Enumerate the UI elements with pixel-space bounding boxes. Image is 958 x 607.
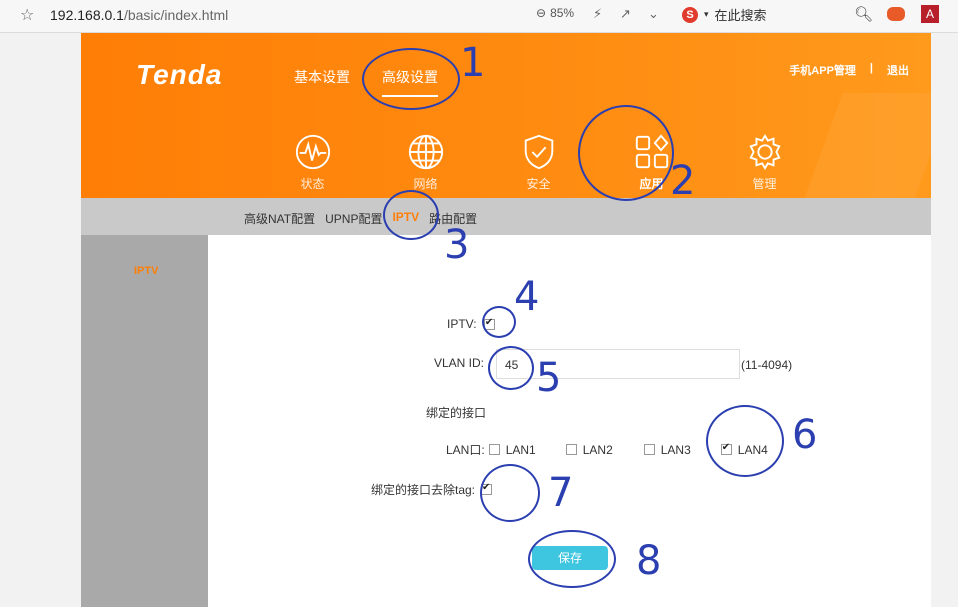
game-icon[interactable] [887,7,905,21]
address-bar[interactable]: 192.168.0.1/basic/index.html [50,7,228,23]
logout-link[interactable]: 退出 [887,62,909,78]
menu-security[interactable]: 安全 [482,133,595,192]
tab-advanced-nat[interactable]: 高级NAT配置 [244,210,315,227]
chevron-down-icon[interactable]: ⌄ [648,6,659,22]
untag-row: 绑定的接口去除tag: [371,481,493,498]
nav-advanced-settings[interactable]: 高级设置 [382,67,438,97]
zoom-icon: ⊖ [536,6,547,20]
vlan-id-input[interactable]: 45 [496,349,740,379]
shield-icon [524,134,553,170]
menu-status-label: 状态 [300,177,325,191]
share-icon[interactable]: ↗ [620,6,631,22]
lan2-checkbox[interactable] [565,444,577,455]
lan2-label: LAN2 [582,442,613,457]
search-box[interactable]: S ▾ 在此搜索 [682,5,767,24]
apps-icon [635,134,668,169]
menu-management[interactable]: 管理 [708,133,821,192]
menu-management-label: 管理 [752,177,777,191]
iptv-label: IPTV: [447,317,477,331]
lan3-label: LAN3 [660,442,691,457]
menu-apps[interactable]: 应用 [595,133,708,192]
save-button[interactable]: 保存 [532,546,608,570]
lan1-label: LAN1 [505,442,536,457]
lan1-checkbox[interactable] [488,444,500,455]
feature-icons: 状态 网络 安全 应用 管理 [256,133,821,192]
iptv-row: IPTV: [447,317,495,331]
header-banner: Tenda 基本设置 高级设置 手机APP管理 | 退出 状态 网络 安全 应用… [81,33,931,198]
router-admin-page: Tenda 基本设置 高级设置 手机APP管理 | 退出 状态 网络 安全 应用… [81,33,931,607]
tab-routing[interactable]: 路由配置 [429,210,477,227]
url-host: 192.168.0.1 [50,7,124,23]
lan3-checkbox[interactable] [643,444,655,455]
bookmark-star-icon[interactable]: ☆ [20,5,34,25]
tenda-logo: Tenda [136,59,223,90]
top-nav: 基本设置 高级设置 [294,67,438,97]
vlan-range-hint: (11-4094) [741,358,793,372]
globe-icon [408,134,443,170]
lightning-icon[interactable]: ⚡ [593,6,602,22]
untag-label: 绑定的接口去除tag: [371,483,476,497]
browser-toolbar: ☆ 192.168.0.1/basic/index.html ⊖ 85% ⚡ ↗ … [0,0,958,33]
url-path: /basic/index.html [123,7,229,23]
search-engine-icon[interactable]: S [682,6,698,23]
tab-upnp[interactable]: UPNP配置 [325,210,382,227]
sidebar: IPTV [81,235,208,607]
sidebar-item-iptv[interactable]: IPTV [134,265,158,277]
menu-network[interactable]: 网络 [369,133,482,192]
iptv-checkbox[interactable] [483,317,495,331]
lan4-label: LAN4 [737,442,768,457]
mobile-app-link[interactable]: 手机APP管理 [789,62,856,78]
sub-nav-bar: 高级NAT配置 UPNP配置 IPTV 路由配置 [81,198,931,235]
pdf-icon[interactable]: A [921,5,939,23]
lan4-checkbox[interactable] [720,442,732,455]
lan-ports-row: LAN口: LAN1 LAN2 LAN3 LAN4 [446,441,768,458]
zoom-control[interactable]: ⊖ 85% [536,6,574,20]
menu-network-label: 网络 [413,177,438,191]
lan-label: LAN口: [446,443,485,457]
search-engine-caret-icon: ▾ [704,9,709,19]
tab-iptv[interactable]: IPTV [392,210,419,227]
search-icon[interactable]: 🔍︎ [854,5,873,23]
gear-icon [748,134,781,170]
zoom-level: 85% [550,6,575,20]
bound-interface-title: 绑定的接口 [426,406,487,420]
top-right-links: 手机APP管理 | 退出 [789,62,909,78]
vlan-label: VLAN ID: [434,356,485,370]
menu-security-label: 安全 [526,177,551,191]
search-placeholder: 在此搜索 [714,8,767,23]
separator: | [869,62,873,74]
menu-apps-label: 应用 [639,177,664,191]
nav-basic-settings[interactable]: 基本设置 [294,67,350,87]
untag-checkbox[interactable] [481,482,493,495]
menu-status[interactable]: 状态 [256,133,369,192]
pulse-icon [295,134,330,170]
